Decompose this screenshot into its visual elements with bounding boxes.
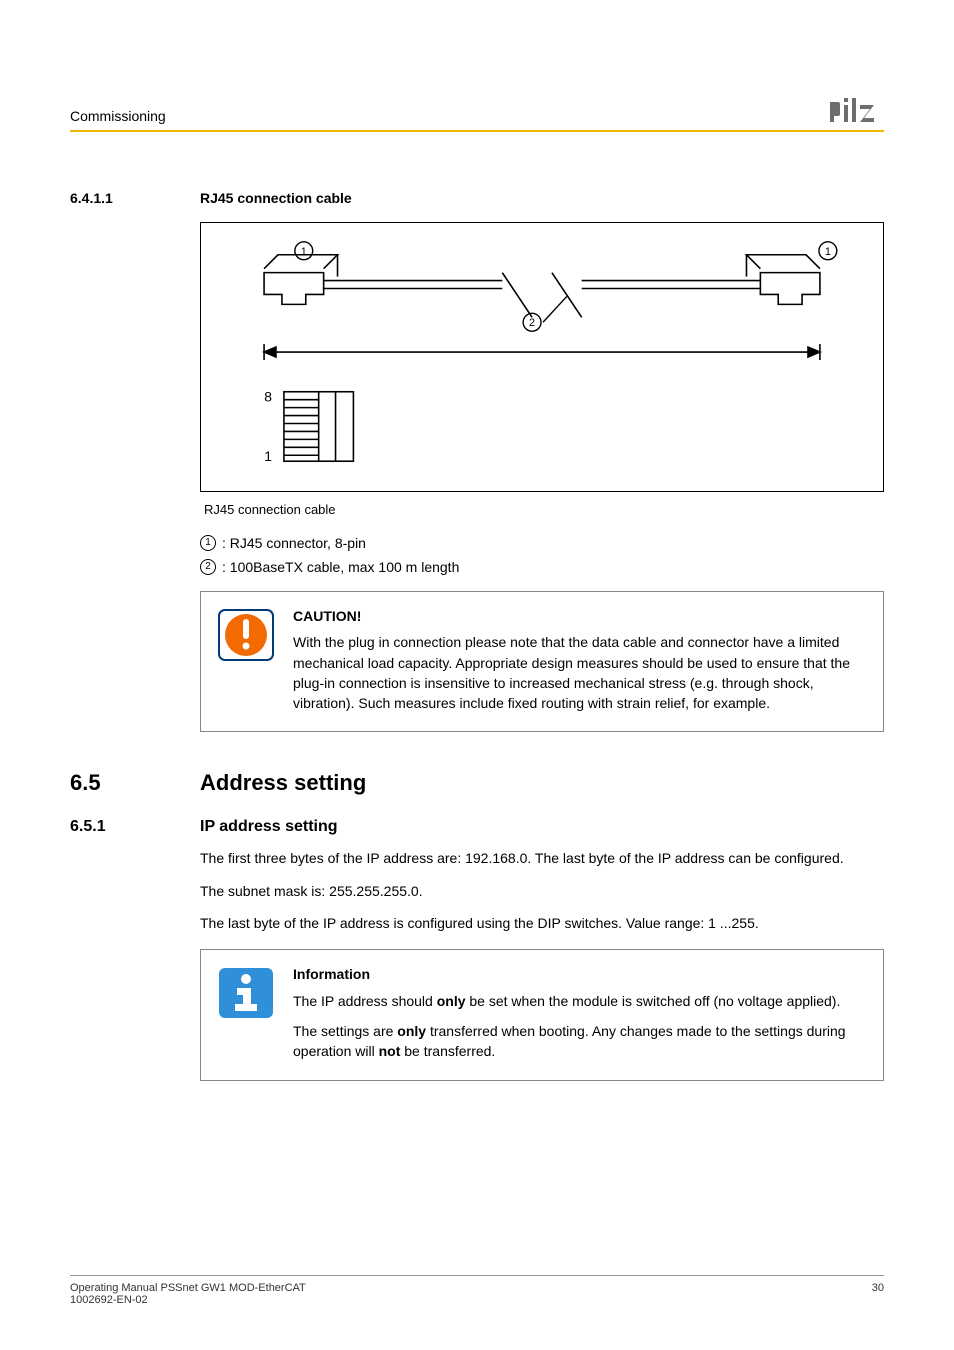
legend-1-text: : RJ45 connector, 8-pin bbox=[222, 535, 366, 551]
page-footer: Operating Manual PSSnet GW1 MOD-EtherCAT… bbox=[70, 1275, 884, 1306]
section-title-ip-address: IP address setting bbox=[200, 818, 884, 836]
page-number: 30 bbox=[872, 1282, 884, 1306]
svg-text:1: 1 bbox=[301, 246, 307, 258]
ip-para-1: The first three bytes of the IP address … bbox=[200, 848, 884, 868]
section-number-6-4-1-1: 6.4.1.1 bbox=[70, 190, 200, 206]
legend-item-2: 2 : 100BaseTX cable, max 100 m length bbox=[200, 559, 884, 575]
section-number-6-5-1: 6.5.1 bbox=[70, 818, 200, 836]
legend-item-1: 1 : RJ45 connector, 8-pin bbox=[200, 535, 884, 551]
caution-body: With the plug in connection please note … bbox=[293, 632, 867, 713]
running-head-section: Commissioning bbox=[70, 108, 166, 124]
info-title: Information bbox=[293, 964, 867, 984]
svg-text:1: 1 bbox=[825, 246, 831, 258]
caution-icon bbox=[217, 606, 275, 713]
info-para-1: The IP address should only be set when t… bbox=[293, 991, 867, 1011]
info-para-2: The settings are only transferred when b… bbox=[293, 1021, 867, 1062]
svg-text:2: 2 bbox=[529, 317, 535, 329]
svg-text:8: 8 bbox=[264, 389, 272, 405]
circled-one-icon: 1 bbox=[200, 535, 216, 551]
figure-rj45-cable: 1 1 2 bbox=[200, 222, 884, 492]
ip-para-3: The last byte of the IP address is confi… bbox=[200, 913, 884, 933]
footer-line-1: Operating Manual PSSnet GW1 MOD-EtherCAT bbox=[70, 1282, 306, 1294]
caution-callout: CAUTION! With the plug in connection ple… bbox=[200, 591, 884, 732]
info-icon bbox=[217, 964, 275, 1061]
section-title-address-setting: Address setting bbox=[200, 770, 884, 796]
footer-line-2: 1002692-EN-02 bbox=[70, 1294, 306, 1306]
information-callout: Information The IP address should only b… bbox=[200, 949, 884, 1080]
section-title-rj45: RJ45 connection cable bbox=[200, 190, 884, 206]
figure-caption: RJ45 connection cable bbox=[204, 502, 884, 517]
section-number-6-5: 6.5 bbox=[70, 770, 200, 796]
circled-two-icon: 2 bbox=[200, 559, 216, 575]
pilz-logo bbox=[830, 98, 884, 129]
ip-para-2: The subnet mask is: 255.255.255.0. bbox=[200, 881, 884, 901]
caution-title: CAUTION! bbox=[293, 606, 867, 626]
legend-2-text: : 100BaseTX cable, max 100 m length bbox=[222, 559, 459, 575]
svg-text:1: 1 bbox=[264, 448, 272, 464]
header-rule bbox=[70, 130, 884, 132]
